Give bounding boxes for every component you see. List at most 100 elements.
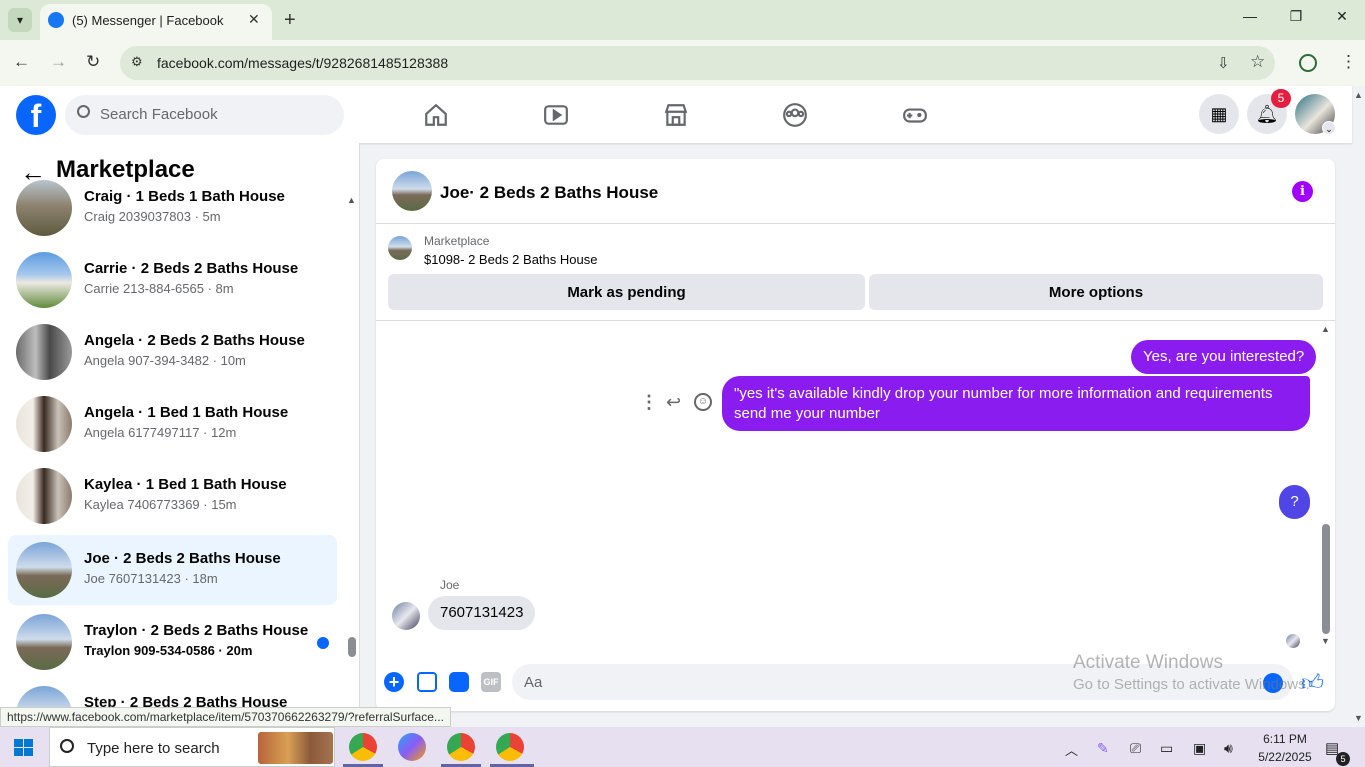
conversation-preview: Kaylea 7406773369 · 15m bbox=[84, 497, 237, 512]
marketplace-conversation-list: Craig · 1 Beds 1 Bath House Craig 203903… bbox=[0, 143, 360, 727]
menu-grid-icon[interactable]: ▦ bbox=[1199, 94, 1239, 134]
conversation-item[interactable]: Traylon · 2 Beds 2 Baths House Traylon 9… bbox=[8, 607, 337, 677]
volume-icon[interactable]: 🔊︎ bbox=[1224, 740, 1233, 757]
facebook-logo-letter: f bbox=[30, 98, 42, 134]
tab-close-icon[interactable]: ✕ bbox=[248, 11, 260, 28]
conversation-title: Craig · 1 Beds 1 Bath House bbox=[84, 188, 285, 205]
help-bubble[interactable]: ? bbox=[1279, 485, 1310, 519]
conversation-preview: Craig 2039037803 · 5m bbox=[84, 209, 221, 224]
conversation-title: Kaylea · 1 Bed 1 Bath House bbox=[84, 476, 287, 493]
listing-thumbnail bbox=[16, 614, 72, 670]
reply-icon[interactable]: ↩ bbox=[666, 392, 681, 413]
search-icon bbox=[77, 105, 90, 118]
conversation-item[interactable]: Carrie · 2 Beds 2 Baths House Carrie 213… bbox=[8, 245, 337, 315]
conversation-item[interactable]: Angela · 1 Bed 1 Bath House Angela 61774… bbox=[8, 389, 337, 459]
page-scroll-down-icon[interactable]: ▼ bbox=[1354, 713, 1363, 723]
clock-time[interactable]: 6:11 PM bbox=[1260, 732, 1310, 746]
conversation-title: Carrie · 2 Beds 2 Baths House bbox=[84, 260, 299, 277]
minimize-icon[interactable]: — bbox=[1230, 8, 1270, 24]
react-emoji-icon[interactable]: ☺ bbox=[694, 393, 712, 411]
incoming-message[interactable]: 7607131423 bbox=[428, 596, 536, 630]
battery-icon[interactable]: ▭ bbox=[1160, 740, 1173, 757]
video-nav-icon[interactable] bbox=[541, 100, 571, 130]
left-scrollbar-thumb[interactable] bbox=[348, 637, 356, 657]
conversation-item-active[interactable]: Joe · 2 Beds 2 Baths House Joe 760713142… bbox=[8, 535, 337, 605]
plus-icon[interactable]: + bbox=[384, 672, 404, 692]
network-icon[interactable]: ▣ bbox=[1193, 740, 1206, 757]
sticker-icon[interactable] bbox=[449, 672, 469, 692]
chat-scrollbar-thumb[interactable] bbox=[1322, 524, 1330, 634]
activate-windows-watermark: Activate Windows bbox=[1073, 652, 1223, 673]
browser-profile-icon[interactable] bbox=[1299, 54, 1317, 72]
conversation-item[interactable]: Angela · 2 Beds 2 Baths House Angela 907… bbox=[8, 317, 337, 387]
more-actions-icon[interactable]: ⋮ bbox=[640, 392, 658, 413]
listing-thumbnail bbox=[16, 542, 72, 598]
back-icon[interactable]: ← bbox=[13, 52, 30, 72]
new-tab-plus-icon[interactable]: + bbox=[284, 9, 296, 32]
listing-thumbnail[interactable] bbox=[388, 236, 412, 260]
restore-icon[interactable]: ❐ bbox=[1276, 8, 1316, 25]
conversation-preview: Angela 907-394-3482 · 10m bbox=[84, 353, 246, 368]
panel-title: Marketplace bbox=[56, 156, 195, 183]
activate-windows-watermark-sub: Go to Settings to activate Windows. bbox=[1073, 676, 1310, 693]
scroll-down-icon[interactable]: ▼ bbox=[1321, 636, 1330, 646]
meet-now-icon[interactable]: ⎚ bbox=[1130, 740, 1141, 757]
listing-thumbnail bbox=[16, 180, 72, 236]
marketplace-nav-icon[interactable] bbox=[661, 100, 691, 130]
sender-avatar[interactable] bbox=[392, 602, 420, 630]
outgoing-message[interactable]: "yes it's available kindly drop your num… bbox=[722, 376, 1310, 431]
chrome-app-icon[interactable] bbox=[349, 733, 377, 761]
clock-date[interactable]: 5/22/2025 bbox=[1256, 750, 1314, 764]
chat-title[interactable]: Joe· 2 Beds 2 Baths House bbox=[440, 183, 658, 203]
gif-icon[interactable]: GIF bbox=[481, 672, 501, 692]
tab-title: (5) Messenger | Facebook bbox=[72, 13, 224, 28]
windows-start-icon[interactable] bbox=[14, 739, 34, 757]
divider bbox=[376, 320, 1335, 321]
page-scroll-up-icon[interactable]: ▲ bbox=[1354, 90, 1363, 100]
facebook-search-placeholder: Search Facebook bbox=[100, 106, 218, 123]
site-info-icon[interactable]: ⚙ bbox=[131, 54, 143, 70]
conversation-item[interactable]: Kaylea · 1 Bed 1 Bath House Kaylea 74067… bbox=[8, 461, 337, 531]
unread-dot-icon bbox=[317, 637, 329, 649]
chrome-app-icon[interactable] bbox=[496, 733, 524, 761]
gaming-nav-icon[interactable] bbox=[900, 100, 930, 130]
pen-icon[interactable]: ✎ bbox=[1097, 740, 1109, 757]
notification-center-badge: 5 bbox=[1336, 752, 1350, 766]
forward-icon[interactable]: → bbox=[50, 52, 67, 72]
home-nav-icon[interactable] bbox=[421, 100, 451, 130]
message-input-placeholder: Aa bbox=[524, 674, 543, 691]
browser-menu-icon[interactable]: ⋮ bbox=[1340, 52, 1357, 72]
conversation-title: Traylon · 2 Beds 2 Baths House bbox=[84, 622, 309, 639]
more-options-button[interactable]: More options bbox=[869, 274, 1323, 310]
tray-overflow-chevron-icon[interactable]: ︿ bbox=[1065, 740, 1078, 759]
outgoing-message[interactable]: Yes, are you interested? bbox=[1131, 340, 1317, 374]
search-icon bbox=[60, 739, 74, 753]
chrome-app-icon[interactable] bbox=[447, 733, 475, 761]
url-text[interactable]: facebook.com/messages/t/9282681485128388 bbox=[157, 55, 448, 71]
conversation-title: Angela · 2 Beds 2 Baths House bbox=[84, 332, 305, 349]
sender-name: Joe bbox=[440, 578, 460, 592]
search-highlight-image[interactable] bbox=[258, 732, 333, 764]
copilot-app-icon[interactable] bbox=[398, 733, 426, 761]
status-bar-url: https://www.facebook.com/marketplace/ite… bbox=[0, 707, 451, 727]
account-chevron-icon[interactable]: ⌄ bbox=[1322, 121, 1336, 135]
mark-as-pending-button[interactable]: Mark as pending bbox=[388, 274, 865, 310]
install-app-icon[interactable]: ⇩ bbox=[1217, 54, 1230, 72]
back-arrow-icon[interactable]: ← bbox=[20, 157, 46, 188]
listing-thumbnail bbox=[16, 396, 72, 452]
taskbar-search-placeholder: Type here to search bbox=[87, 740, 220, 757]
listing-price[interactable]: $1098- 2 Beds 2 Baths House bbox=[424, 252, 597, 267]
tab-search-chevron-icon[interactable]: ▾ bbox=[8, 8, 32, 32]
reload-icon[interactable]: ↻ bbox=[86, 52, 100, 72]
scroll-up-icon[interactable]: ▲ bbox=[1321, 324, 1330, 334]
facebook-logo-icon[interactable]: f bbox=[16, 95, 56, 135]
groups-nav-icon[interactable] bbox=[780, 100, 810, 130]
window-close-icon[interactable]: ✕ bbox=[1322, 8, 1362, 25]
bookmark-star-icon[interactable]: ☆ bbox=[1250, 52, 1265, 72]
listing-label: Marketplace bbox=[424, 234, 490, 248]
info-icon[interactable]: i bbox=[1292, 181, 1313, 202]
photo-icon[interactable] bbox=[417, 672, 437, 692]
scroll-up-icon[interactable]: ▲ bbox=[347, 195, 356, 205]
conversation-title: Joe · 2 Beds 2 Baths House bbox=[84, 550, 281, 567]
chat-avatar[interactable] bbox=[392, 171, 432, 211]
